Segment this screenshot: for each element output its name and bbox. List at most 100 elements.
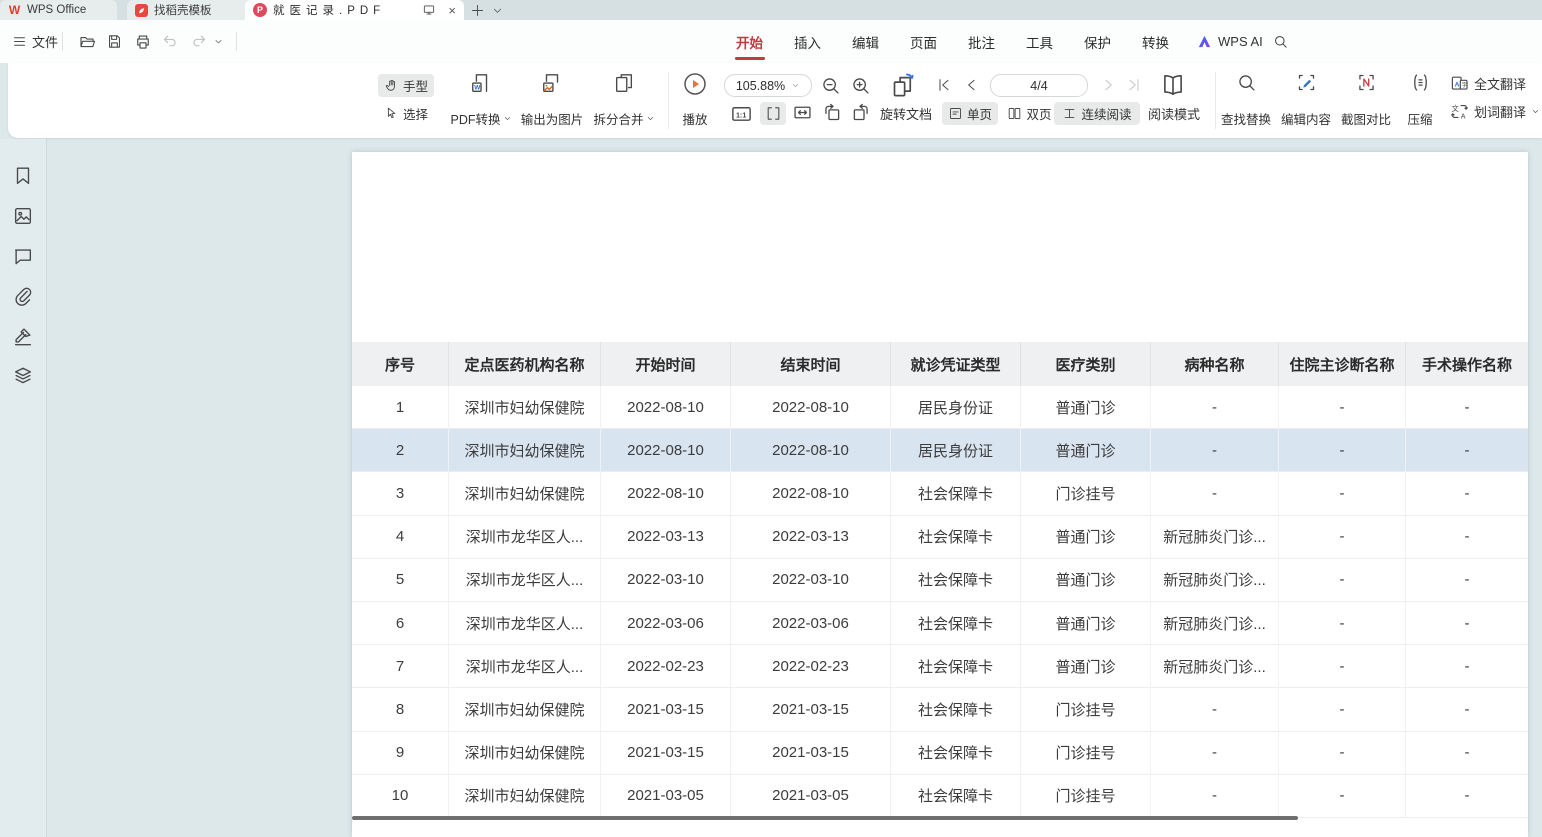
table-cell: 2022-03-10 [600,559,730,602]
embedded-horizontal-scrollbar[interactable] [352,816,1298,820]
zoom-in-button[interactable] [850,75,871,96]
rotate-pages-button[interactable] [890,72,917,99]
single-page-button[interactable]: 单页 [942,102,998,125]
undo-redo-dropdown[interactable] [214,28,223,55]
ribbon-tab-1[interactable]: 插入 [793,22,822,62]
ribbon-tab-0[interactable]: 开始 [735,22,764,62]
ribbon-tab-2[interactable]: 编辑 [851,22,880,62]
double-page-label: 双页 [1026,104,1051,123]
pdf-convert-button[interactable]: W PDF转换 [441,72,521,128]
rotate-right-button[interactable] [850,102,871,123]
table-cell: 居民身份证 [890,386,1020,429]
tab-docer-templates[interactable]: 找稻壳模板 [127,0,253,20]
wps-ai-button[interactable]: WPS AI [1196,28,1263,55]
fit-width-button[interactable] [760,102,786,125]
screenshot-compare-button[interactable]: 截图对比 [1334,72,1398,128]
first-page-button[interactable] [936,77,952,93]
header-cell: 定点医药机构名称 [448,342,600,386]
continuous-reading-button[interactable]: 连续阅读 [1054,102,1140,125]
ribbon-tab-4[interactable]: 批注 [967,22,996,62]
pdf-convert-label: PDF转换 [450,109,500,128]
ribbon-tab-7[interactable]: 转换 [1141,22,1170,62]
select-tool-button[interactable]: 选择 [378,102,434,125]
zoom-out-icon [820,75,841,96]
table-cell: 深圳市龙华区人... [448,516,600,559]
print-button[interactable] [134,28,152,55]
save-button[interactable] [106,28,123,55]
compress-button[interactable]: 压缩 [1394,72,1446,128]
bookmarks-panel-icon[interactable] [12,165,34,187]
fit-page-button[interactable] [792,102,813,123]
table-cell: - [1278,775,1405,818]
last-page-button[interactable] [1126,77,1142,93]
full-translate-button[interactable]: A 字 全文翻译 [1450,74,1526,93]
tab-wps-office-label: WPS Office [27,4,86,16]
layers-panel-icon[interactable] [12,365,34,387]
new-tab-button[interactable] [470,0,485,20]
table-cell: 新冠肺炎门诊... [1150,559,1278,602]
svg-text:A: A [1455,81,1460,88]
signature-panel-icon[interactable] [12,325,34,347]
thumbnails-panel-icon[interactable] [12,205,34,227]
next-page-button[interactable] [1100,77,1116,93]
edit-content-icon [1296,72,1317,93]
table-cell: 8 [352,688,448,731]
zoom-level-select[interactable]: 105.88% [724,74,812,97]
chevron-down-icon [492,5,503,16]
redo-button[interactable] [190,28,207,55]
prev-page-icon [964,77,980,93]
table-cell: 深圳市龙华区人... [448,645,600,688]
svg-text:1:1: 1:1 [736,112,746,120]
file-menu-button[interactable]: 文件 [12,28,58,55]
table-row: 10深圳市妇幼保健院2021-03-052021-03-05社会保障卡门诊挂号-… [352,775,1528,818]
menu-search-button[interactable] [1272,28,1289,55]
table-cell: 居民身份证 [890,429,1020,472]
word-translate-button[interactable]: 文 A 划词翻译 [1450,102,1540,121]
chevron-down-icon [1531,107,1540,116]
export-image-button[interactable]: 输出为图片 [514,72,590,128]
table-cell: 门诊挂号 [1020,775,1150,818]
single-page-label: 单页 [967,104,992,123]
table-cell: 普通门诊 [1020,645,1150,688]
split-merge-label: 拆分合并 [593,109,643,128]
screen-share-icon[interactable] [422,3,436,17]
wps-ai-icon [1196,33,1213,50]
header-cell: 医疗类别 [1020,342,1150,386]
ribbon-tab-3[interactable]: 页面 [909,22,938,62]
hand-tool-label: 手型 [403,76,428,95]
rotate-left-button[interactable] [822,102,843,123]
find-replace-button[interactable]: 查找替换 [1214,72,1278,128]
split-merge-button[interactable]: 拆分合并 [584,72,664,128]
table-header-row: 序号定点医药机构名称开始时间结束时间就诊凭证类型医疗类别病种名称住院主诊断名称手… [352,342,1528,386]
hand-tool-button[interactable]: 手型 [378,74,434,97]
pdf-page-canvas[interactable]: 序号定点医药机构名称开始时间结束时间就诊凭证类型医疗类别病种名称住院主诊断名称手… [352,152,1528,837]
table-cell: 2022-02-23 [730,645,890,688]
attachments-panel-icon[interactable] [12,285,34,307]
play-button[interactable]: 播放 [669,72,721,128]
table-row: 3深圳市妇幼保健院2022-08-102022-08-10社会保障卡门诊挂号--… [352,472,1528,515]
tab-document-pdf[interactable]: P 就医记录.PDF × [245,0,464,20]
table-cell: - [1150,429,1278,472]
fit-page-icon [792,102,813,123]
page-number-input[interactable]: 4/4 [990,74,1088,97]
reading-mode-label: 阅读模式 [1148,102,1200,125]
split-merge-icon [613,72,635,94]
comments-panel-icon[interactable] [12,245,34,267]
screenshot-compare-icon [1356,72,1377,93]
table-row: 9深圳市妇幼保健院2021-03-152021-03-15社会保障卡门诊挂号--… [352,732,1528,775]
tab-list-button[interactable] [492,0,503,20]
actual-size-button[interactable]: 1:1 [730,102,753,125]
document-tab-title: 就医记录.PDF [273,2,385,18]
reading-mode-button[interactable] [1160,72,1186,98]
open-file-button[interactable] [78,28,96,55]
ribbon-tab-6[interactable]: 保护 [1083,22,1112,62]
table-cell: - [1405,688,1528,731]
ribbon-tab-5[interactable]: 工具 [1025,22,1054,62]
undo-button[interactable] [162,28,179,55]
table-cell: - [1150,775,1278,818]
close-tab-icon[interactable]: × [448,3,456,18]
prev-page-button[interactable] [964,77,980,93]
zoom-out-button[interactable] [820,75,841,96]
edit-content-button[interactable]: 编辑内容 [1274,72,1338,128]
tab-wps-office[interactable]: W WPS Office [0,0,117,20]
